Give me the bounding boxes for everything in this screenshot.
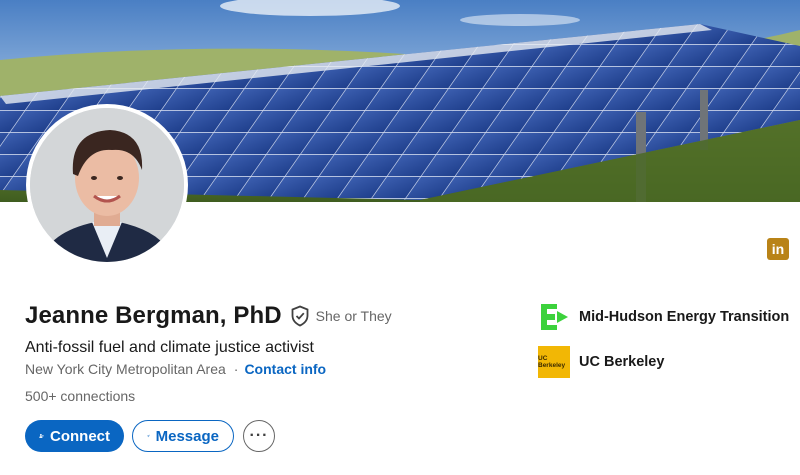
uc-berkeley-logo-icon: UC Berkeley xyxy=(538,346,570,378)
shield-check-icon[interactable] xyxy=(290,305,310,327)
contact-info-link[interactable]: Contact info xyxy=(244,361,326,377)
pronouns: She or They xyxy=(315,308,392,324)
profile-avatar[interactable] xyxy=(26,104,188,266)
more-actions-button[interactable]: ··· xyxy=(243,420,275,452)
profile-actions: Connect Message ··· xyxy=(25,420,275,452)
location-row: New York City Metropolitan Area · Contac… xyxy=(25,361,326,377)
message-label: Message xyxy=(155,427,219,445)
connect-label: Connect xyxy=(50,427,110,445)
location-text: New York City Metropolitan Area xyxy=(25,361,226,377)
profile-headline: Anti-fossil fuel and climate justice act… xyxy=(25,339,314,356)
org-name: UC Berkeley xyxy=(579,354,665,370)
org-name: Mid-Hudson Energy Transition xyxy=(579,309,790,325)
profile-card: in Jeanne Bergman, PhD She or They Anti-… xyxy=(0,0,800,475)
message-button[interactable]: Message xyxy=(132,420,234,452)
add-person-icon xyxy=(39,433,44,438)
org-current-company[interactable]: Mid-Hudson Energy Transition xyxy=(538,301,789,333)
profile-photo xyxy=(30,108,184,262)
org-education[interactable]: UC Berkeley UC Berkeley xyxy=(538,346,664,378)
profile-name: Jeanne Bergman, PhD xyxy=(25,302,282,329)
name-row: Jeanne Bergman, PhD She or They xyxy=(25,302,392,330)
connect-button[interactable]: Connect xyxy=(25,420,124,452)
connections-count[interactable]: 500+ connections xyxy=(25,388,135,404)
separator-dot: · xyxy=(233,361,239,377)
ellipsis-icon: ··· xyxy=(249,427,269,444)
send-icon xyxy=(147,434,150,438)
linkedin-logo-icon[interactable]: in xyxy=(767,238,789,260)
mid-hudson-logo-icon xyxy=(538,301,570,333)
